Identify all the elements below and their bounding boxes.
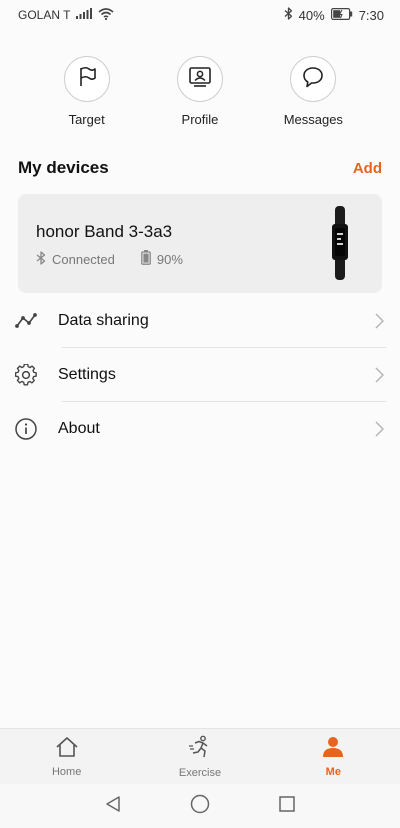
tab-me-label: Me <box>325 765 341 778</box>
status-right: 40% 7:30 <box>284 7 384 23</box>
profile-circle <box>176 56 223 102</box>
clock-time: 7:30 <box>358 7 384 23</box>
battery-charging-icon <box>330 7 353 23</box>
menu-item-data-sharing[interactable]: Data sharing <box>0 294 400 348</box>
devices-header: My devices Add <box>18 156 382 180</box>
messages-shortcut[interactable]: Messages <box>263 56 363 127</box>
chevron-right-icon <box>375 367 385 388</box>
device-battery: 90% <box>141 250 183 268</box>
messages-label: Messages <box>283 112 343 127</box>
battery-icon <box>141 250 151 268</box>
system-nav-bar <box>0 784 400 828</box>
flag-icon <box>76 66 98 93</box>
bluetooth-icon <box>36 250 46 268</box>
home-circle-icon <box>190 794 210 819</box>
recents-button[interactable] <box>267 786 307 826</box>
target-circle <box>63 56 110 102</box>
connection-status: Connected <box>36 250 115 268</box>
profile-card-icon <box>189 66 211 92</box>
connection-status-label: Connected <box>52 251 115 267</box>
gear-icon <box>14 363 38 387</box>
running-icon <box>188 735 212 764</box>
tab-home-label: Home <box>51 765 82 778</box>
chevron-right-icon <box>375 421 385 442</box>
menu-item-label: Data sharing <box>58 312 149 329</box>
signal-icon <box>76 8 93 22</box>
home-nav-button[interactable] <box>180 786 220 826</box>
back-triangle-icon <box>104 795 122 818</box>
devices-title: My devices <box>18 158 109 177</box>
menu-item-settings[interactable]: Settings <box>0 348 400 402</box>
info-icon <box>14 417 38 441</box>
bottom-tab-bar: Home Exercise Me <box>0 728 400 784</box>
chevron-right-icon <box>375 313 385 334</box>
bluetooth-icon <box>284 7 293 23</box>
back-button[interactable] <box>93 786 133 826</box>
tab-exercise[interactable]: Exercise <box>133 729 266 784</box>
add-device-button[interactable]: Add <box>353 160 382 177</box>
menu-item-label: About <box>58 420 100 437</box>
device-name: honor Band 3-3a3 <box>36 222 173 241</box>
profile-shortcut[interactable]: Profile <box>150 56 250 127</box>
device-card[interactable]: honor Band 3-3a3 Connected 90% <box>18 194 382 293</box>
home-icon <box>55 736 79 763</box>
target-label: Target <box>68 112 105 127</box>
target-shortcut[interactable]: Target <box>37 56 137 127</box>
device-battery-label: 90% <box>156 251 183 267</box>
menu-item-label: Settings <box>58 366 116 383</box>
fitness-band-image <box>328 206 352 280</box>
device-meta: Connected 90% <box>36 250 209 268</box>
menu-list: Data sharing Settings About <box>0 294 400 456</box>
chat-bubble-icon <box>302 66 324 93</box>
data-sharing-icon <box>14 309 38 333</box>
person-icon <box>321 736 345 763</box>
wifi-icon <box>98 7 114 23</box>
messages-circle <box>290 56 337 102</box>
tab-home[interactable]: Home <box>0 729 133 784</box>
status-left: GOLAN T <box>18 7 114 23</box>
battery-percent: 40% <box>298 7 325 23</box>
menu-item-about[interactable]: About <box>0 402 400 456</box>
status-bar: GOLAN T 40% 7:30 <box>0 0 400 30</box>
shortcut-row: Target Profile Messages <box>0 56 400 127</box>
profile-label: Profile <box>181 112 219 127</box>
recents-square-icon <box>278 795 296 818</box>
tab-me[interactable]: Me <box>267 729 400 784</box>
tab-exercise-label: Exercise <box>178 766 222 779</box>
carrier-label: GOLAN T <box>18 8 71 22</box>
